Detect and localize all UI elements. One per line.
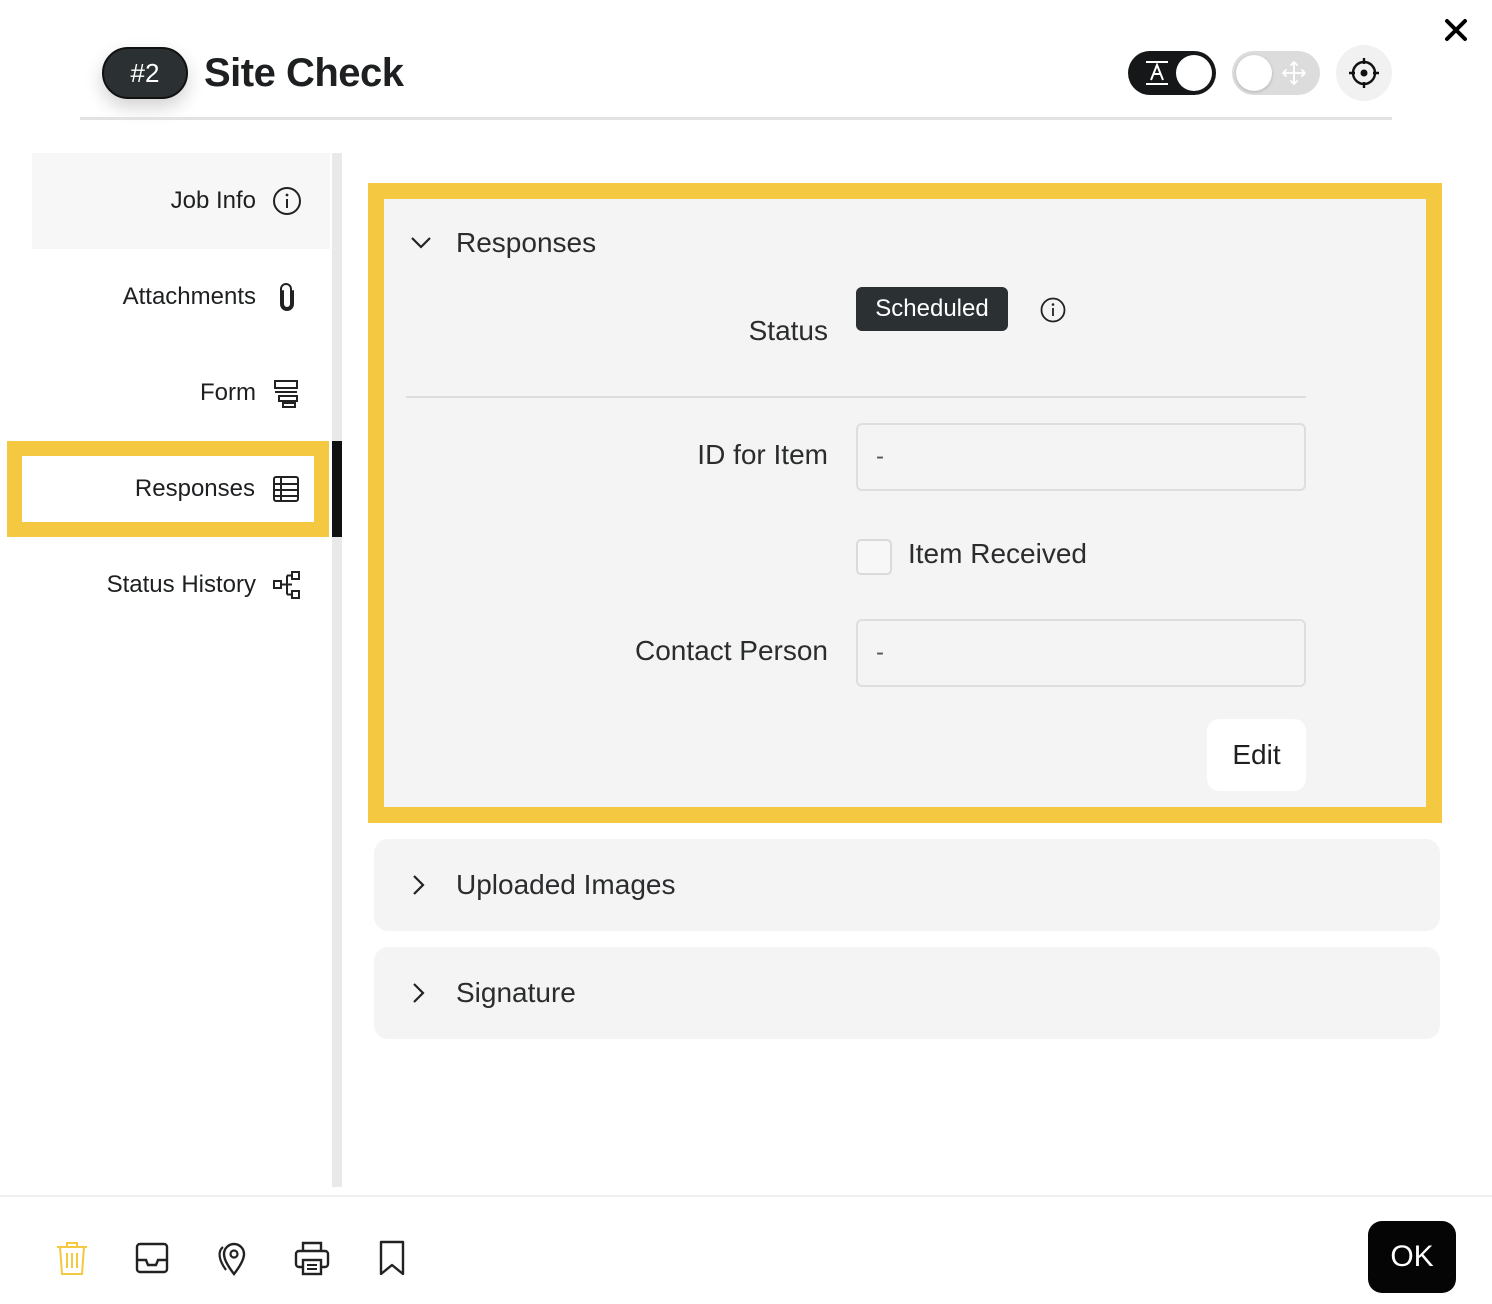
close-button[interactable]	[1440, 14, 1472, 46]
header-divider	[80, 117, 1392, 120]
map-pin-icon	[218, 1242, 246, 1276]
sidebar-item-attachments[interactable]: Attachments	[32, 249, 330, 345]
bookmark-button[interactable]	[372, 1238, 412, 1278]
sidebar-item-label: Responses	[134, 475, 255, 502]
sidebar-item-status-history[interactable]: Status History	[32, 537, 330, 633]
move-mode-toggle[interactable]	[1232, 51, 1320, 95]
contact-person-label: Contact Person	[635, 635, 828, 666]
job-number-badge: #2	[102, 47, 188, 99]
sidebar-active-indicator	[332, 441, 342, 537]
sidebar-item-label: Status History	[106, 571, 256, 598]
bookmark-icon	[379, 1240, 405, 1276]
id-for-item-field[interactable]: -	[856, 423, 1306, 491]
close-icon	[1445, 19, 1467, 41]
page-title: Site Check	[204, 51, 404, 95]
delete-button[interactable]	[52, 1238, 92, 1278]
item-received-checkbox[interactable]	[856, 539, 892, 575]
print-button[interactable]	[292, 1238, 332, 1278]
ok-button[interactable]: OK	[1368, 1221, 1456, 1293]
sidebar-item-responses[interactable]: Responses	[7, 441, 329, 537]
status-badge: Scheduled	[856, 287, 1008, 331]
uploaded-images-accordion[interactable]: Uploaded Images	[374, 839, 1440, 931]
sidebar-item-label: Attachments	[122, 283, 256, 310]
sidebar-item-label: Job Info	[170, 187, 256, 214]
sidebar-rail	[332, 153, 342, 1187]
inbox-icon	[135, 1242, 169, 1274]
paperclip-icon	[272, 282, 302, 312]
edit-button[interactable]: Edit	[1207, 719, 1306, 791]
signature-accordion[interactable]: Signature	[374, 947, 1440, 1039]
location-button[interactable]	[212, 1238, 252, 1278]
locate-button[interactable]	[1336, 45, 1392, 101]
trash-icon	[57, 1242, 87, 1275]
info-icon	[272, 186, 302, 216]
table-icon	[271, 474, 301, 504]
text-mode-toggle[interactable]	[1128, 51, 1216, 95]
footer-divider	[0, 1195, 1492, 1197]
chevron-right-icon	[406, 980, 432, 1006]
id-for-item-label: ID for Item	[697, 439, 828, 470]
text-format-icon	[1146, 61, 1168, 85]
accordion-label: Uploaded Images	[456, 869, 676, 900]
section-divider	[406, 396, 1306, 398]
accordion-label: Signature	[456, 977, 576, 1008]
chevron-down-icon	[408, 230, 434, 256]
item-received-label: Item Received	[908, 538, 1087, 569]
form-icon	[272, 378, 302, 408]
contact-person-field[interactable]: -	[856, 619, 1306, 687]
toggle-knob	[1236, 55, 1272, 91]
responses-panel-header[interactable]: Responses	[408, 227, 596, 259]
move-icon	[1282, 61, 1306, 85]
id-for-item-value: -	[876, 443, 884, 470]
flow-icon	[272, 570, 302, 600]
crosshair-icon	[1349, 58, 1379, 88]
responses-panel-title: Responses	[456, 227, 597, 258]
status-label: Status	[748, 315, 828, 346]
sidebar-item-label: Form	[200, 379, 256, 406]
print-icon	[294, 1241, 330, 1276]
sidebar-item-job-info[interactable]: Job Info	[32, 153, 330, 249]
toggle-knob	[1176, 55, 1212, 91]
contact-person-value: -	[876, 639, 884, 666]
sidebar-item-form[interactable]: Form	[32, 345, 330, 441]
chevron-right-icon	[406, 872, 432, 898]
archive-button[interactable]	[132, 1238, 172, 1278]
info-icon[interactable]	[1040, 297, 1066, 323]
responses-panel: Responses Status Scheduled ID for Item -…	[368, 183, 1442, 823]
